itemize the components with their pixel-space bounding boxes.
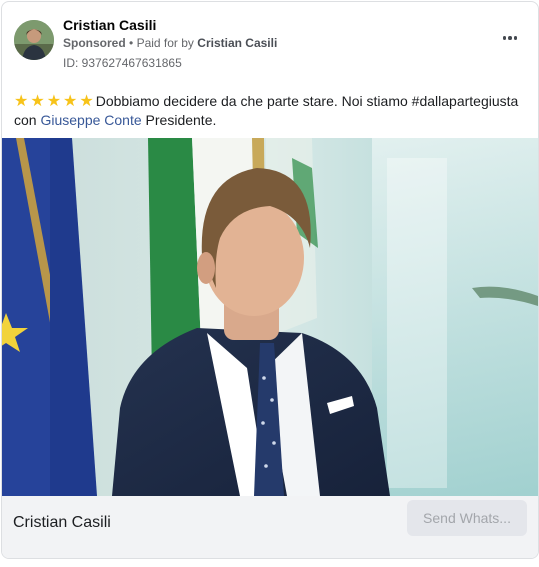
ad-card: Cristian Casili Sponsored • Paid for by … <box>1 1 539 559</box>
ad-photo[interactable] <box>2 138 538 496</box>
photo-image <box>2 138 538 496</box>
footer-page-name[interactable]: Cristian Casili <box>13 514 111 532</box>
ad-footer: Cristian Casili Send Whats... <box>2 496 538 558</box>
ad-id: ID: 937627467631865 <box>63 56 182 70</box>
sponsored-label: Sponsored <box>63 36 126 50</box>
post-text-part2: Presidente. <box>145 112 217 128</box>
send-whatsapp-button[interactable]: Send Whats... <box>407 500 527 536</box>
avatar-image <box>14 20 54 60</box>
post-text: ★ ★ ★ ★ ★ Dobbiamo decidere da che parte star… <box>14 92 526 130</box>
star-icon: ★ <box>46 93 62 110</box>
star-icon: ★ <box>79 93 94 110</box>
mention-link[interactable]: Giuseppe Conte <box>40 112 141 128</box>
paid-for-prefix: Paid for by <box>136 36 194 50</box>
ad-header: Cristian Casili Sponsored • Paid for by … <box>2 2 538 82</box>
star-icon: ★ <box>14 93 29 110</box>
star-icon: ★ <box>63 93 78 110</box>
payer-name[interactable]: Cristian Casili <box>197 36 277 50</box>
sponsored-line: Sponsored • Paid for by Cristian Casili <box>63 36 277 50</box>
separator-dot: • <box>129 36 134 50</box>
more-horizontal-icon[interactable] <box>500 30 520 46</box>
avatar[interactable] <box>14 20 54 60</box>
advertiser-name[interactable]: Cristian Casili <box>63 17 156 33</box>
star-icon: ★ <box>30 93 45 110</box>
